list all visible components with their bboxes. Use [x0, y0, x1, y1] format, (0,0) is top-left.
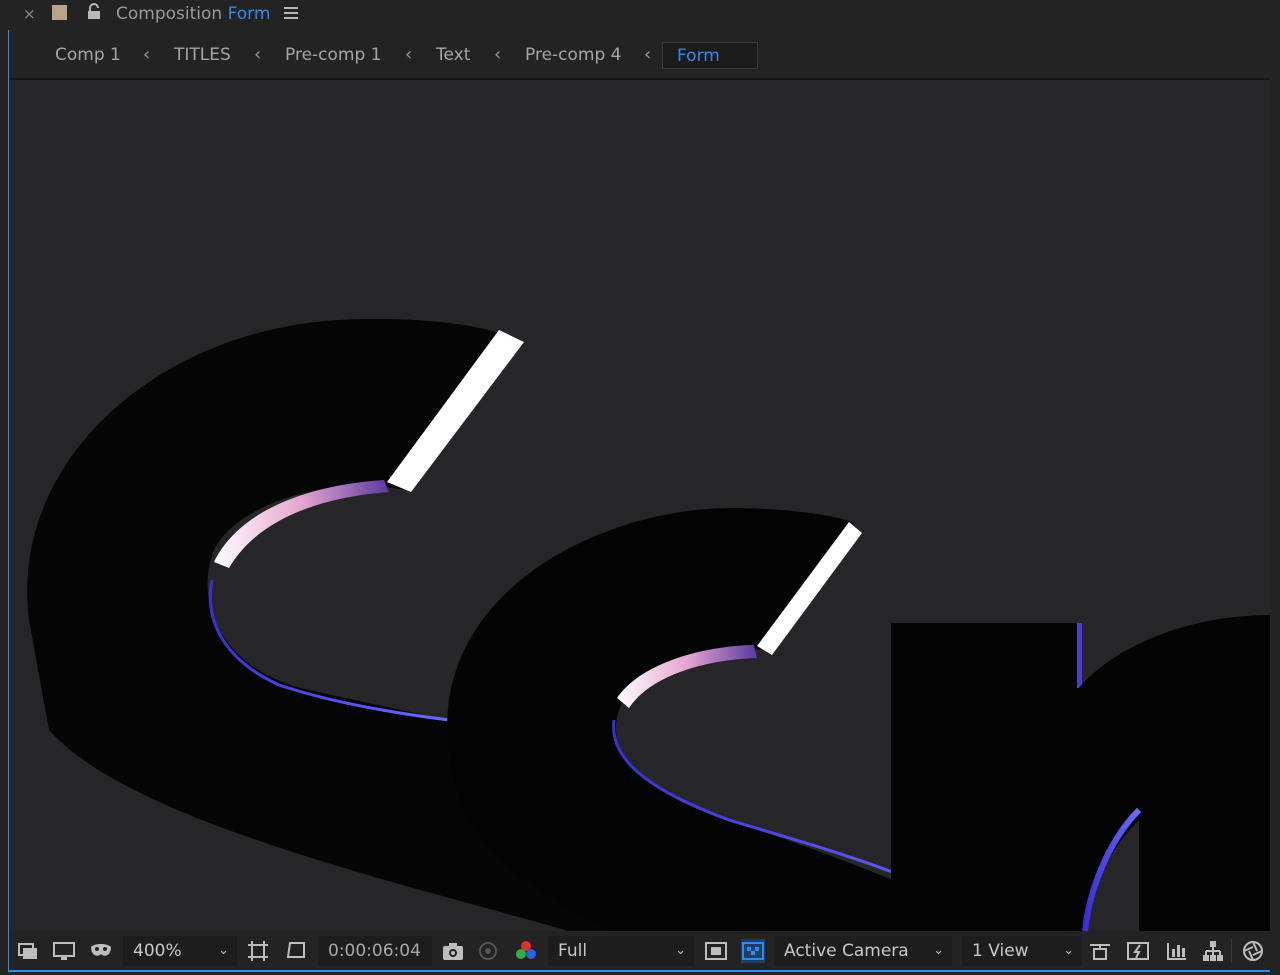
magnification-value: 400% — [133, 941, 182, 961]
composition-navigator: Comp 1 ‹ TITLES ‹ Pre-comp 1 ‹ Text ‹ Pr… — [9, 30, 1270, 80]
camera-view-value: Active Camera — [784, 941, 909, 961]
panel-tab-bar: × Composition Form — [0, 0, 1280, 30]
color-channels-icon[interactable] — [514, 939, 538, 963]
always-preview-icon[interactable] — [16, 939, 40, 963]
graph-icon[interactable] — [1165, 939, 1189, 963]
letter-n-edge — [1077, 623, 1082, 688]
timecode-value: 0:00:06:04 — [328, 941, 421, 961]
show-snapshot-icon[interactable] — [476, 939, 500, 963]
snapshot-icon[interactable] — [441, 939, 465, 963]
panel-tab-prefix: Composition — [116, 4, 223, 24]
exposure-icon[interactable] — [1241, 939, 1265, 963]
resolution-dropdown[interactable]: Full ⌄ — [548, 936, 694, 966]
monitor-icon[interactable] — [52, 939, 76, 963]
viewer-toolbar: 400% ⌄ 0:00:06:04 Full ⌄ Active Camera ⌄… — [9, 931, 1270, 971]
motion-blur-icon[interactable] — [1126, 939, 1150, 963]
letter-n-stem — [891, 623, 1081, 931]
chevron-left-icon: ‹ — [644, 44, 652, 65]
view-layout-dropdown[interactable]: 1 View ⌄ — [962, 936, 1082, 966]
breadcrumb-form[interactable]: Form — [662, 42, 758, 69]
breadcrumb-titles[interactable]: TITLES — [174, 44, 231, 66]
panel-tab-title[interactable]: Composition Form — [116, 3, 270, 25]
camera-view-dropdown[interactable]: Active Camera ⌄ — [774, 936, 952, 966]
breadcrumb-comp-1[interactable]: Comp 1 — [55, 44, 121, 66]
breadcrumb-pre-comp-1[interactable]: Pre-comp 1 — [285, 44, 381, 66]
toolbar-divider — [1231, 939, 1232, 963]
composition-viewer[interactable] — [9, 80, 1270, 931]
grid-guides-icon[interactable] — [246, 939, 270, 963]
transparency-grid-icon[interactable] — [741, 939, 765, 963]
panel-tab-comp-name: Form — [227, 4, 271, 24]
flowchart-icon[interactable] — [1201, 939, 1225, 963]
mask-visibility-icon[interactable] — [89, 939, 113, 963]
breadcrumb-text[interactable]: Text — [436, 44, 470, 66]
lock-icon[interactable] — [85, 3, 103, 21]
view-layout-value: 1 View — [972, 941, 1029, 961]
chevron-left-icon: ‹ — [143, 44, 151, 65]
breadcrumb-pre-comp-4[interactable]: Pre-comp 4 — [525, 44, 621, 66]
color-swatch-icon[interactable] — [52, 5, 67, 20]
letter-n-bowl — [1077, 615, 1270, 931]
resolution-value: Full — [558, 941, 588, 961]
magnification-dropdown[interactable]: 400% ⌄ — [123, 936, 237, 966]
close-icon[interactable]: × — [23, 5, 36, 23]
reset-exposure-icon[interactable] — [1088, 939, 1112, 963]
panel-focus-border — [8, 970, 1270, 972]
current-time-display[interactable]: 0:00:06:04 — [318, 936, 432, 966]
chevron-down-icon: ⌄ — [1063, 943, 1074, 958]
chevron-down-icon: ⌄ — [675, 943, 686, 958]
chevron-left-icon: ‹ — [405, 44, 413, 65]
viewer-render — [27, 319, 1270, 931]
chevron-left-icon: ‹ — [494, 44, 502, 65]
region-of-interest-icon[interactable] — [284, 939, 308, 963]
fast-preview-icon[interactable] — [704, 939, 728, 963]
chevron-down-icon: ⌄ — [933, 943, 944, 958]
menu-icon[interactable] — [283, 6, 299, 20]
chevron-down-icon: ⌄ — [218, 943, 229, 958]
chevron-left-icon: ‹ — [254, 44, 262, 65]
